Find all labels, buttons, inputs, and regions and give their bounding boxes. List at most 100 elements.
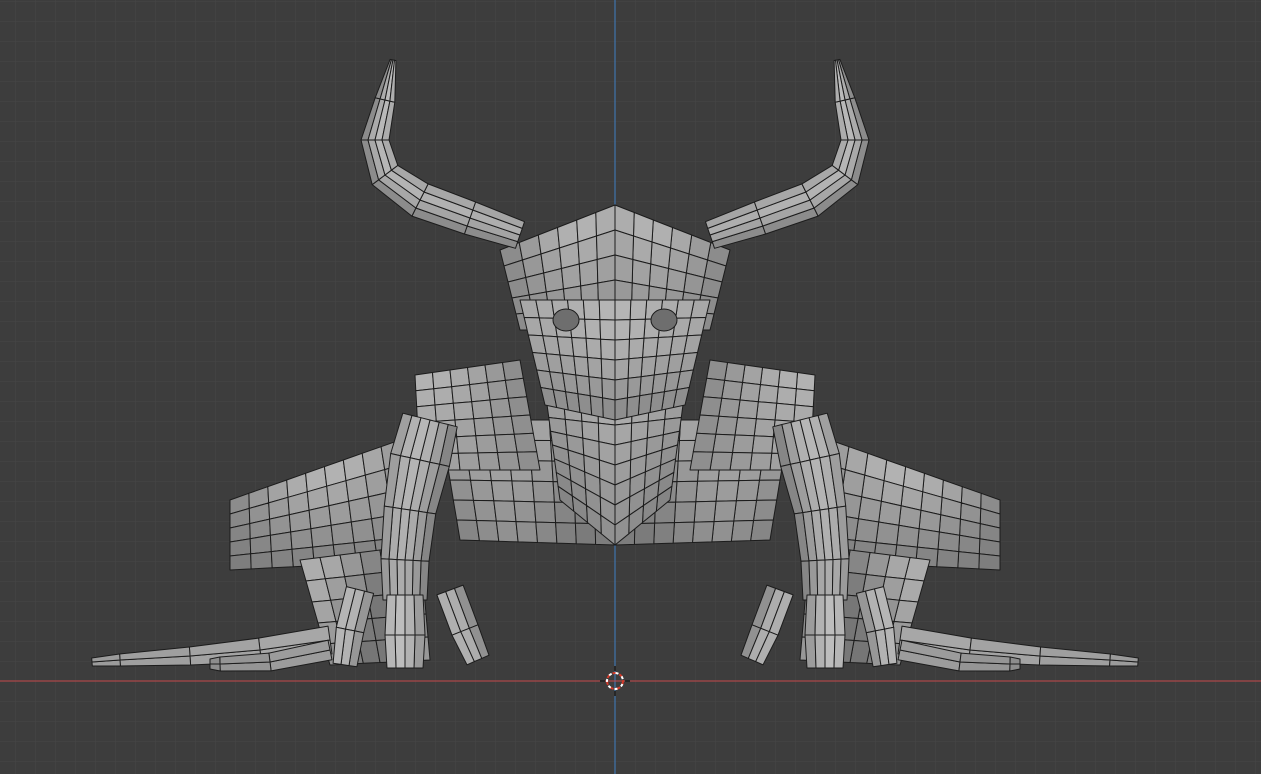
head-top	[648, 263, 669, 290]
torso	[470, 479, 495, 502]
hind-leg	[249, 534, 272, 555]
shoulder	[477, 452, 501, 471]
shoulder	[494, 433, 518, 453]
shoulder	[471, 399, 493, 420]
shoulder	[721, 379, 743, 401]
shoulder	[702, 377, 726, 399]
front-toe	[824, 594, 836, 636]
front-toe	[394, 634, 406, 669]
hind-leg	[978, 553, 1001, 571]
front-toe	[413, 634, 426, 669]
hind-leg	[896, 524, 920, 548]
torso	[513, 500, 537, 523]
snout	[614, 377, 629, 401]
front-leg	[380, 558, 391, 601]
hind-leg	[348, 496, 373, 523]
hind-leg	[270, 548, 294, 569]
3d-viewport[interactable]	[0, 0, 1261, 774]
torso	[533, 501, 557, 524]
head-top	[543, 268, 564, 293]
torso	[449, 479, 474, 501]
shoulder	[699, 396, 723, 417]
hind-leg	[857, 496, 882, 523]
torso	[511, 480, 535, 503]
shoulder	[449, 367, 471, 388]
front-leg	[839, 558, 850, 601]
torso	[715, 480, 740, 502]
shoulder	[749, 452, 773, 471]
shoulder	[492, 415, 515, 436]
shoulder	[457, 452, 481, 471]
front-toe	[394, 594, 406, 636]
torso	[535, 521, 558, 544]
front-leg	[404, 559, 414, 601]
head-top	[525, 272, 547, 296]
hind-leg	[229, 553, 252, 571]
shoulder	[724, 362, 746, 383]
head-top	[666, 268, 687, 293]
hind-leg	[937, 531, 961, 553]
front-leg	[824, 559, 834, 601]
snout	[639, 374, 655, 397]
snout	[559, 354, 577, 376]
shoulder	[487, 379, 509, 401]
front-toe	[833, 634, 846, 669]
viewport-canvas[interactable]	[0, 0, 1261, 774]
shoulder	[718, 397, 741, 418]
head-top	[631, 259, 652, 287]
hind-leg	[330, 521, 355, 546]
shoulder	[415, 388, 436, 408]
hind-leg	[290, 528, 314, 550]
torso	[515, 521, 538, 543]
torso	[713, 500, 737, 523]
shoulder	[777, 369, 798, 390]
head-top	[578, 259, 599, 287]
torso	[473, 499, 497, 522]
torso	[490, 480, 515, 502]
torso	[750, 519, 774, 542]
front-leg	[396, 559, 406, 601]
snout	[600, 338, 616, 361]
snout	[637, 393, 653, 416]
snout	[614, 299, 632, 321]
shoulder	[692, 432, 717, 453]
shoulder	[473, 417, 496, 437]
shoulder	[751, 435, 774, 454]
torso	[711, 520, 735, 543]
hind-leg	[978, 538, 1001, 557]
torso	[695, 480, 719, 503]
shoulder	[742, 364, 763, 386]
snout	[600, 358, 616, 381]
shoulder	[504, 377, 528, 399]
front-toe	[404, 594, 416, 636]
shoulder	[696, 414, 720, 435]
snout	[614, 319, 631, 341]
shoulder	[414, 372, 435, 392]
snout	[627, 357, 643, 379]
shoulder	[795, 372, 816, 392]
shoulder	[753, 418, 776, 438]
front-toe	[814, 634, 826, 669]
hind-leg	[854, 518, 880, 544]
snout	[602, 397, 616, 421]
hind-leg	[957, 551, 980, 570]
hind-shin	[359, 549, 384, 575]
hind-leg	[250, 551, 273, 570]
hind-leg	[875, 521, 900, 546]
snout	[577, 393, 593, 416]
snout	[588, 376, 604, 399]
snout	[640, 355, 657, 378]
shoulder	[432, 369, 453, 390]
hind-leg	[310, 524, 334, 548]
shoulder	[434, 402, 456, 422]
hind-leg	[229, 538, 252, 557]
snout	[601, 377, 616, 401]
torso	[753, 499, 778, 521]
snout	[598, 299, 616, 321]
snout	[587, 357, 603, 379]
hind-leg	[936, 548, 960, 569]
torso	[555, 522, 577, 545]
torso	[532, 480, 555, 503]
shoulder	[712, 433, 736, 453]
hind-leg	[898, 505, 922, 530]
